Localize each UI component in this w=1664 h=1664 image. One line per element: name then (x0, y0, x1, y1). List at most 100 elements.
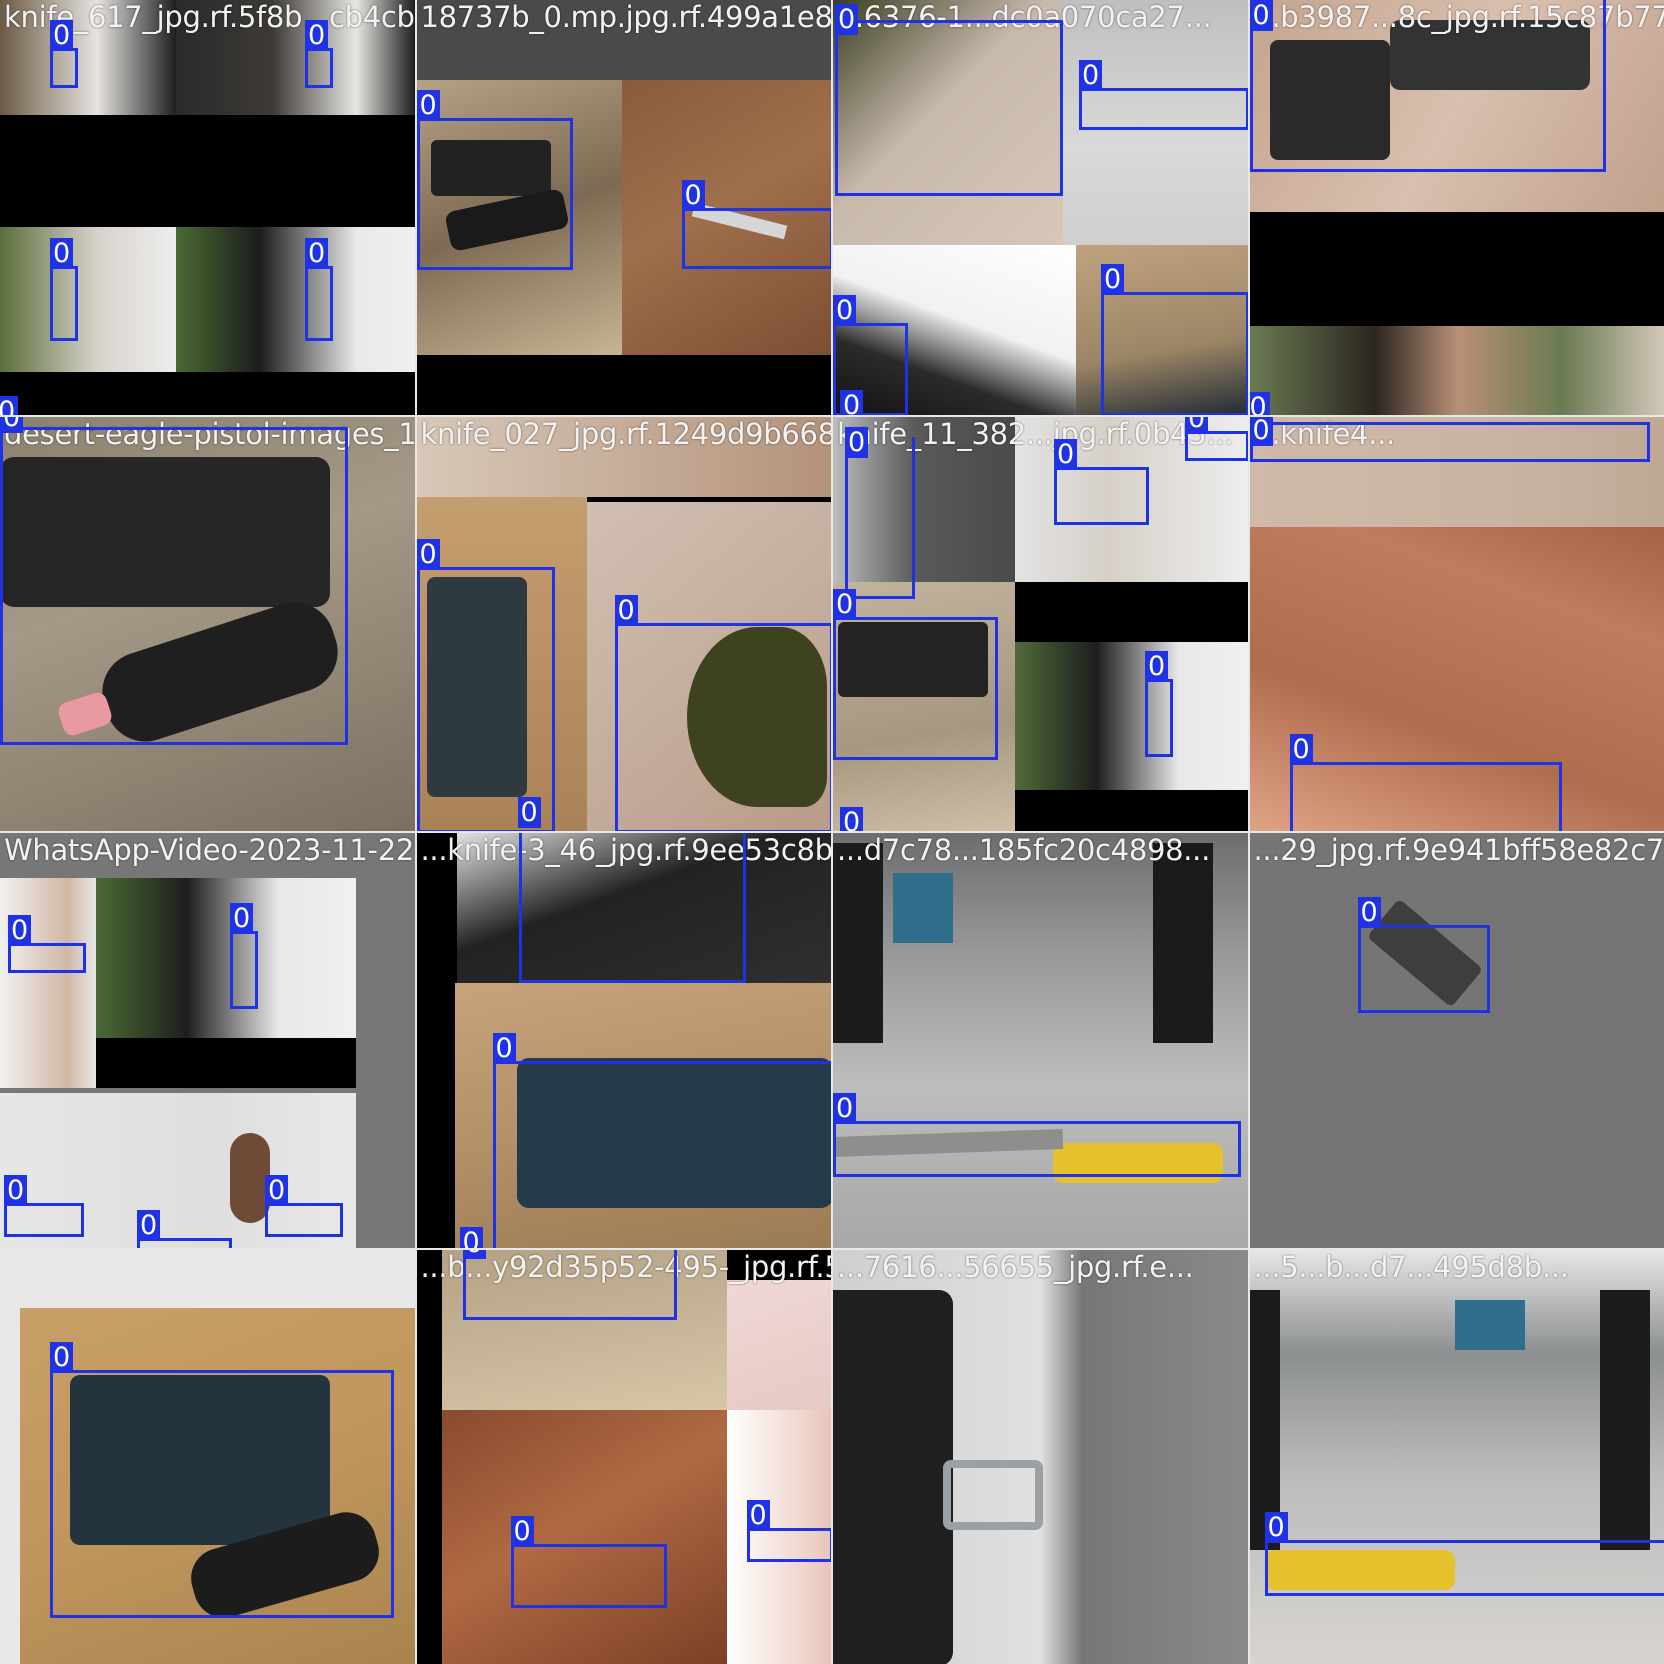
knife-bounding-box: 0 (1289, 733, 1562, 831)
class-label: 0 (50, 1341, 74, 1373)
class-label: 0 (4, 1175, 28, 1206)
knife-bounding-box: 0 (4, 1175, 84, 1237)
class-label: 0 (1054, 438, 1078, 470)
knife-bounding-box: 0 (835, 4, 1063, 196)
knife-bounding-box: 0 (1264, 1511, 1664, 1596)
tile-image (0, 833, 415, 1248)
gun-bounding-box: 0 (1101, 264, 1248, 415)
class-label: 0 (305, 238, 329, 269)
mosaic-tile-10: ...knife-3_46_jpg.rf.9ee53c8b3f1... 0 0 … (416, 833, 831, 1248)
mosaic-tile-3: ...6376-1...dc0a070ca27... 0 0 0 0 0 (833, 0, 1248, 415)
tile-filename: ...29_jpg.rf.9e941bff58e82c730... (1253, 833, 1664, 867)
mosaic-tile-14: ...b...y92d35p52-495-_jpg.rf.5... 0 0 0 (416, 1249, 831, 1664)
class-label: 0 (833, 295, 857, 326)
mosaic-tile-11: ...d7c78...185fc20c4898... 0 (833, 833, 1248, 1248)
knife-bounding-box: 0 (1145, 650, 1173, 757)
class-label: 0 (137, 1210, 161, 1241)
knife-bounding-box: 0 (840, 806, 864, 831)
mosaic-tile-16: ...5...b...d7...495d8b... 0 (1249, 1249, 1664, 1664)
gun-bounding-box: 0 (492, 1033, 831, 1248)
knife-bounding-box: 0 (833, 1093, 1241, 1177)
gun-bounding-box: 0 (462, 1249, 677, 1320)
mosaic-tile-8: ...knife4... 0 0 (1249, 416, 1664, 831)
knife-bounding-box: 0 (746, 1499, 831, 1562)
class-label: 0 (681, 180, 705, 211)
class-label: 0 (459, 1227, 483, 1248)
knife-bounding-box: 0 (1185, 416, 1248, 461)
knife-bounding-box: 0 (681, 180, 831, 269)
gun-bounding-box: 0 (1249, 0, 1606, 172)
knife-bounding-box: 0 (0, 396, 19, 415)
knife-bounding-box: 0 (1054, 438, 1149, 525)
class-label: 0 (462, 1249, 486, 1259)
knife-bounding-box: 0 (50, 20, 78, 88)
class-label: 0 (1249, 392, 1270, 415)
class-label: 0 (1079, 60, 1103, 91)
tile-image (1249, 833, 1664, 1248)
augmented-training-mosaic: knife_617_jpg.rf.5f8b...cb4cb 0 0 0 0 0 … (0, 0, 1664, 1664)
class-label: 0 (50, 20, 74, 51)
gun-bounding-box: 0 (416, 90, 573, 270)
knife-bounding-box: 0 (1357, 897, 1490, 1013)
gun-bounding-box: 0 (416, 538, 555, 831)
tile-image (1249, 1249, 1664, 1664)
tile-filename: 18737b_0.mp.jpg.rf.499a1e8e (420, 0, 832, 34)
knife-bounding-box: 0 (845, 426, 915, 599)
knife-bounding-box: 0 (8, 915, 86, 973)
mosaic-tile-15: ...7616...56655_jpg.rf.e... (833, 1249, 1248, 1664)
knife-bounding-box: 0 (265, 1175, 343, 1237)
mosaic-tile-1: knife_617_jpg.rf.5f8b...cb4cb 0 0 0 0 0 (0, 0, 415, 415)
knife-bounding-box: 0 (137, 1210, 232, 1248)
class-label: 0 (510, 1515, 534, 1547)
knife-bounding-box: 0 (230, 903, 258, 1009)
class-label: 0 (1101, 264, 1125, 295)
class-label: 0 (1289, 733, 1313, 765)
tile-filename: WhatsApp-Video-2023-11-22... (4, 833, 415, 867)
knife-bounding-box: 0 (459, 1227, 493, 1248)
mosaic-tile-13: 0 (0, 1249, 415, 1664)
class-label: 0 (1264, 1511, 1288, 1543)
knife-bounding-box: 0 (518, 833, 746, 983)
class-label: 0 (1357, 897, 1381, 928)
class-label: 0 (416, 90, 440, 121)
class-label: 0 (1185, 416, 1209, 434)
mosaic-tile-2: 18737b_0.mp.jpg.rf.499a1e8e 0 0 (416, 0, 832, 415)
mosaic-tile-12: ...29_jpg.rf.9e941bff58e82c730... 0 (1249, 833, 1664, 1248)
tile-image (833, 833, 1248, 1248)
class-label: 0 (1145, 650, 1169, 682)
class-label: 0 (265, 1175, 289, 1206)
knife-bounding-box: 0 (305, 20, 333, 88)
class-label: 0 (416, 538, 440, 570)
knife-bounding-box: 0 (305, 238, 333, 341)
class-label: 0 (614, 594, 638, 626)
class-label: 0 (8, 915, 32, 946)
class-label: 0 (0, 416, 24, 433)
class-label: 0 (1249, 416, 1273, 446)
knife-bounding-box: 0 (1249, 392, 1270, 415)
gun-bounding-box: 0 (50, 1341, 394, 1618)
class-label: 0 (0, 396, 19, 415)
class-label: 0 (840, 390, 864, 415)
tile-filename: ...7616...56655_jpg.rf.e... (837, 1249, 1194, 1284)
class-label: 0 (835, 4, 859, 35)
tile-filename: knife_027_jpg.rf.1249d9b668... (420, 416, 832, 451)
gun-bounding-box: 0 (0, 416, 348, 745)
class-label: 0 (833, 1093, 857, 1124)
mosaic-tile-6: knife_027_jpg.rf.1249d9b668... 0 0 0 (416, 416, 832, 832)
knife-bounding-box: 0 (1079, 60, 1248, 130)
knife-bounding-box: 0 (510, 1515, 667, 1608)
gun-bounding-box: 0 (833, 588, 998, 760)
knife-bounding-box: 0 (517, 796, 541, 832)
class-label: 0 (305, 20, 329, 51)
mosaic-tile-5: desert-eagle-pistol-images_15... 0 (0, 416, 415, 831)
knife-bounding-box: 0 (1249, 416, 1650, 462)
knife-bounding-box: 0 (50, 238, 78, 341)
knife-bounding-box: 0 (840, 390, 883, 415)
class-label: 0 (50, 238, 74, 269)
tile-filename: ...d7c78...185fc20c4898... (837, 833, 1211, 867)
mosaic-tile-9: WhatsApp-Video-2023-11-22... 0 0 0 0 0 (0, 833, 415, 1248)
class-label: 0 (230, 903, 254, 934)
knife-bounding-box: 0 (614, 594, 831, 831)
mosaic-tile-7: knife_11_382...jpg.rf.0b45... 0 0 0 0 0 … (833, 416, 1248, 831)
mosaic-tile-4: ...b3987...8c_jpg.rf.15c87b77 0 0 (1249, 0, 1664, 415)
